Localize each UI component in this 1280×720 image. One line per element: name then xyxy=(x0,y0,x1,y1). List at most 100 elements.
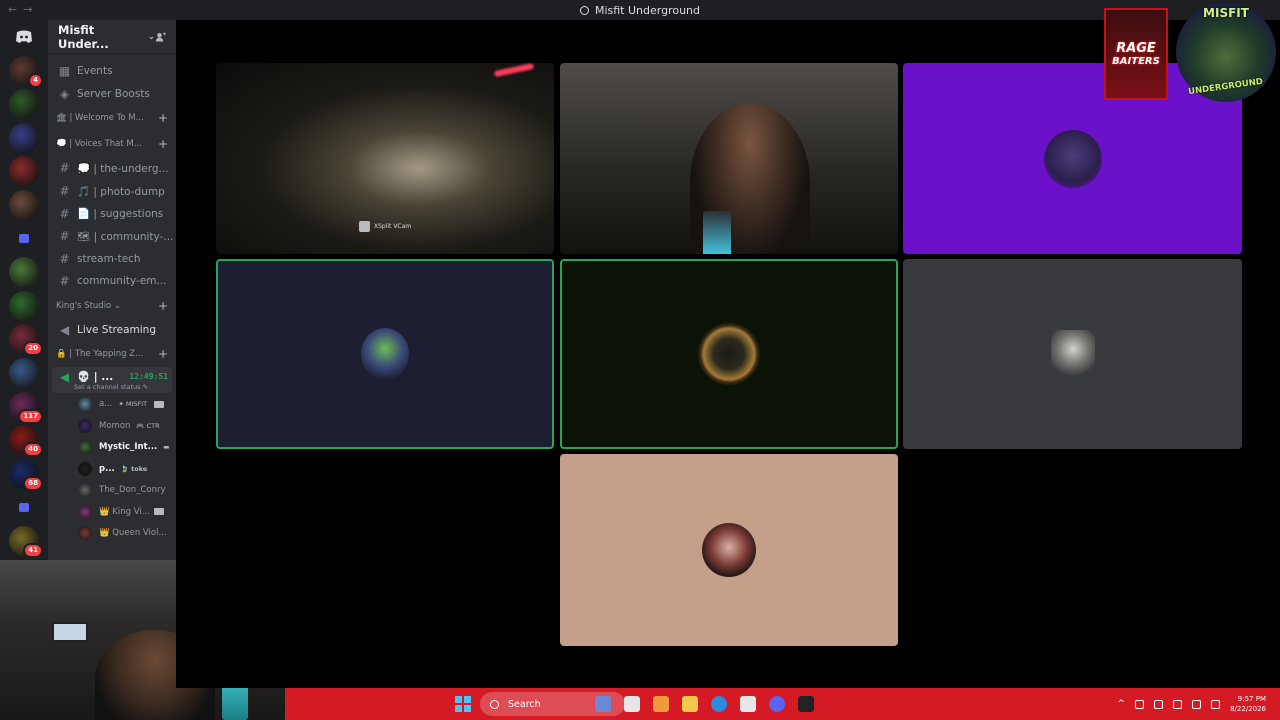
category-welcome[interactable]: 🏛 | Welcome To M... + xyxy=(48,105,176,131)
windows-start-icon[interactable] xyxy=(455,696,471,712)
channel-photo-dump[interactable]: # 🎵 | photo-dump xyxy=(48,180,176,203)
hashtag-icon: # xyxy=(59,229,70,244)
avatar xyxy=(78,504,92,519)
channel-the-underground[interactable]: # 💭 | the-underg... xyxy=(48,157,176,180)
monitor-icon[interactable] xyxy=(1173,699,1183,709)
user-avatar xyxy=(1043,129,1102,188)
copilot-icon[interactable] xyxy=(653,696,669,712)
category-label: 🔒 | The Yapping Z... xyxy=(56,349,144,360)
channel-label: 🎵 | photo-dump xyxy=(77,185,165,198)
camera-icon xyxy=(154,508,164,516)
widgets-icon[interactable] xyxy=(595,696,611,712)
forward-arrow-icon[interactable]: → xyxy=(23,3,38,16)
file-explorer-icon[interactable] xyxy=(682,696,698,712)
channel-stream-tech[interactable]: # stream-tech xyxy=(48,248,176,271)
network-icon[interactable] xyxy=(1135,699,1145,709)
store-icon[interactable] xyxy=(740,696,756,712)
channel-community[interactable]: # 🗺 | community-... xyxy=(48,225,176,248)
chevron-up-icon[interactable]: ^ xyxy=(1118,699,1126,709)
server-icon[interactable]: 41 xyxy=(9,525,43,558)
server-icon[interactable]: 4 xyxy=(9,55,43,88)
volume-icon[interactable] xyxy=(1211,699,1221,709)
invite-people-icon[interactable] xyxy=(155,31,166,43)
clock-date: 8/22/2026 xyxy=(1230,705,1266,713)
voice-user[interactable]: 👑 King Vi... xyxy=(48,501,176,523)
server-icon[interactable] xyxy=(9,89,39,120)
server-list: 4 20 117 40 68 41 xyxy=(0,20,48,560)
server-boosts-label: Server Boosts xyxy=(77,87,150,100)
rage-text: RAGE xyxy=(1116,40,1156,56)
server-icon[interactable]: 117 xyxy=(9,391,43,424)
avatar-tile-5[interactable] xyxy=(560,259,898,449)
voice-user[interactable]: Mystic_Int... ▬ xyxy=(48,436,176,458)
avatar xyxy=(78,418,92,433)
server-icon[interactable] xyxy=(9,290,39,321)
discord-icon[interactable] xyxy=(769,696,785,712)
voice-user[interactable]: p... 🍃 toke xyxy=(48,458,176,480)
voice-user-name: 👑 Queen Viol... xyxy=(99,528,167,539)
server-icon[interactable] xyxy=(9,357,39,388)
server-header[interactable]: Misfit Under... ⌄ xyxy=(48,20,176,54)
mention-badge: 117 xyxy=(18,408,43,424)
avatar-tile-4[interactable] xyxy=(216,259,554,449)
category-voices[interactable]: 💭 | Voices That M... + xyxy=(48,131,176,157)
mention-badge: 20 xyxy=(23,341,43,357)
xsplit-icon xyxy=(359,221,370,232)
server-icon[interactable] xyxy=(9,257,39,288)
voice-user-name: Momon xyxy=(99,420,131,431)
underground-text: UNDERGROUND xyxy=(1188,76,1264,98)
avatar xyxy=(78,483,92,498)
server-folder-icon[interactable] xyxy=(9,224,39,254)
server-title-icon xyxy=(579,5,589,15)
channel-community-em[interactable]: # community-em... xyxy=(48,270,176,293)
voice-user[interactable]: Momon 🎮 CTR xyxy=(48,415,176,437)
category-label: King's Studio ⌄ xyxy=(56,300,122,311)
nav-arrows[interactable]: ←→ xyxy=(8,3,38,16)
voice-user[interactable]: a... ✦ MISFIT xyxy=(48,393,176,415)
voice-user[interactable]: The_Don_Conry xyxy=(48,479,176,501)
avatar-tile-6[interactable] xyxy=(903,259,1242,449)
channel-suggestions[interactable]: # 📄 | suggestions xyxy=(48,202,176,225)
category-kings-studio[interactable]: King's Studio ⌄ + xyxy=(48,293,176,319)
server-boosts-item[interactable]: ◈ Server Boosts xyxy=(48,83,176,106)
add-channel-icon[interactable]: + xyxy=(158,299,168,313)
obs-icon[interactable] xyxy=(798,696,814,712)
category-yapping[interactable]: 🔒 | The Yapping Z... + xyxy=(48,341,176,367)
discord-home-icon[interactable] xyxy=(9,22,39,52)
server-folder-icon[interactable] xyxy=(9,492,39,522)
user-activity: ✦ MISFIT xyxy=(118,400,148,409)
channel-status-prompt[interactable]: Set a channel status ✎ xyxy=(58,383,172,391)
mic-icon[interactable] xyxy=(1154,699,1164,709)
add-channel-icon[interactable]: + xyxy=(158,111,168,125)
title-bar: ←→ Misfit Underground xyxy=(0,0,1280,20)
voice-user[interactable]: 👑 Queen Viol... xyxy=(48,522,176,544)
server-icon[interactable] xyxy=(9,122,39,153)
voice-user-list: a... ✦ MISFIT Momon 🎮 CTR Mystic_Int... ▬ p...… xyxy=(48,393,176,544)
video-tile-1[interactable]: XSplit VCam xyxy=(216,63,554,254)
channel-live-streaming[interactable]: ◀ Live Streaming xyxy=(48,319,176,342)
task-view-icon[interactable] xyxy=(624,696,640,712)
back-arrow-icon[interactable]: ← xyxy=(8,3,23,16)
server-icon[interactable]: 40 xyxy=(9,425,43,458)
server-icon[interactable]: 68 xyxy=(9,458,43,491)
server-icon[interactable] xyxy=(9,189,39,220)
events-item[interactable]: ▦ Events xyxy=(48,60,176,83)
channel-label: 🗺 | community-... xyxy=(77,230,174,243)
channel-sidebar: Misfit Under... ⌄ ▦ Events ◈ Server Boosts… xyxy=(48,20,176,560)
video-tile-2[interactable] xyxy=(560,63,898,254)
wifi-icon[interactable] xyxy=(1192,699,1202,709)
active-voice-channel[interactable]: ◀ 💀 | ... 12:49:51 Set a channel status … xyxy=(52,367,172,394)
add-channel-icon[interactable]: + xyxy=(158,137,168,151)
vcam-label: XSplit VCam xyxy=(374,223,412,230)
voice-user-name: a... xyxy=(99,399,113,410)
server-icon[interactable]: 20 xyxy=(9,324,43,357)
chrome-icon[interactable] xyxy=(711,696,727,712)
avatar-tile-7[interactable] xyxy=(560,454,898,646)
user-avatar xyxy=(702,523,756,577)
mention-badge: 40 xyxy=(23,442,43,458)
voice-user-name: 👑 King Vi... xyxy=(99,506,150,517)
clock[interactable]: 9:57 PM 8/22/2026 xyxy=(1230,694,1266,714)
search-placeholder: Search xyxy=(508,698,541,710)
add-channel-icon[interactable]: + xyxy=(158,347,168,361)
server-icon[interactable] xyxy=(9,156,39,187)
